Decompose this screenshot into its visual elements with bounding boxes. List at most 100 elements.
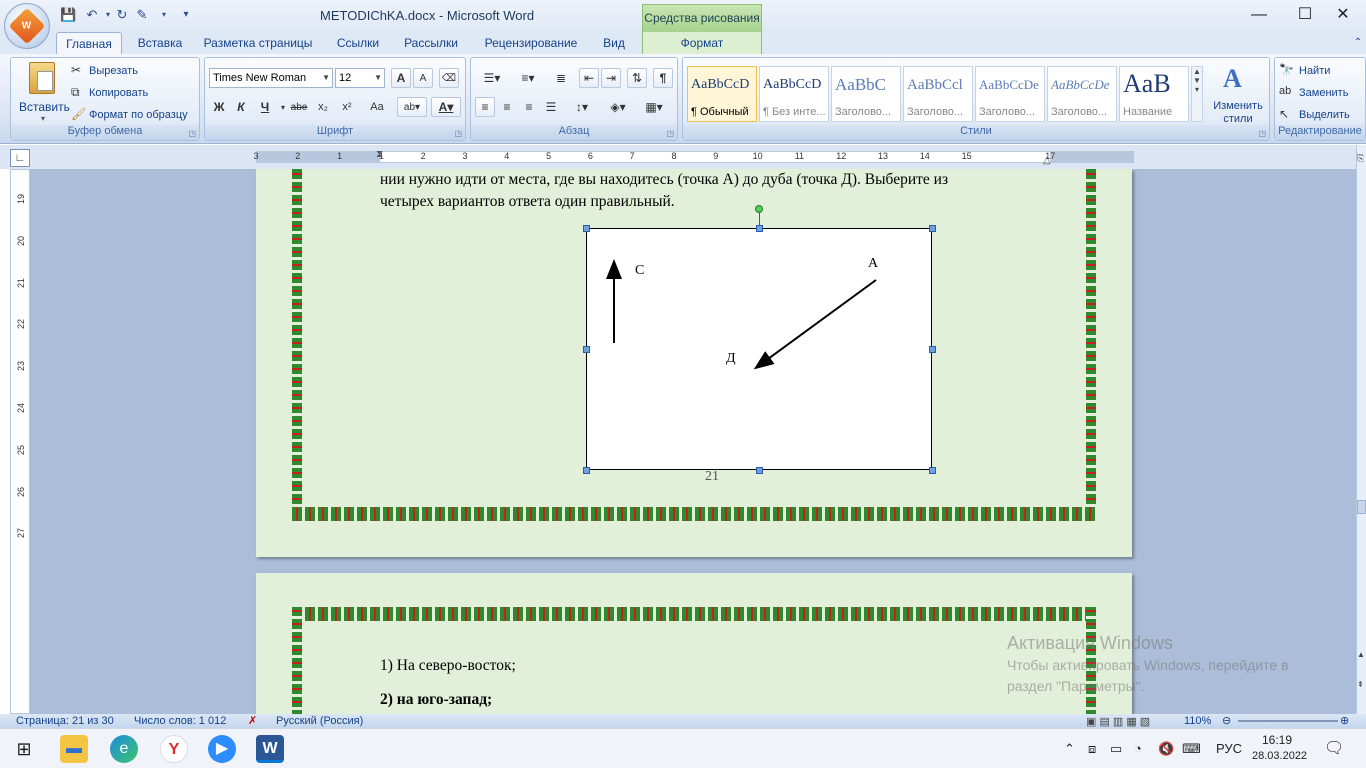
- align-right-icon[interactable]: ≡: [519, 97, 539, 117]
- show-hidden-icons-icon[interactable]: ⌃: [1064, 741, 1075, 757]
- superscript-button[interactable]: x²: [337, 97, 357, 117]
- style-title[interactable]: AaB Название: [1119, 66, 1189, 122]
- document-page[interactable]: нии нужно идти от места, где вы находите…: [256, 169, 1132, 557]
- network-icon[interactable]: ◔: [1134, 741, 1142, 756]
- tab-format[interactable]: Формат: [642, 32, 762, 54]
- borders-icon[interactable]: ▦▾: [639, 97, 669, 117]
- show-formatting-button[interactable]: ¶: [653, 68, 673, 88]
- prev-page-icon[interactable]: ⇞: [1357, 680, 1364, 689]
- styles-scroll-icon[interactable]: ▲ ▼ ▾: [1191, 66, 1203, 122]
- word-taskbar-icon[interactable]: W: [256, 735, 284, 763]
- view-buttons-icon[interactable]: ▣ ▤ ▥ ▦ ▧: [1086, 715, 1150, 728]
- font-launcher-icon[interactable]: ◳: [454, 129, 462, 138]
- indent-marker-icon[interactable]: ⧗: [376, 149, 383, 160]
- resize-handle[interactable]: [583, 467, 590, 474]
- font-name-combo[interactable]: Times New Roman ▼: [209, 68, 333, 88]
- zoom-level[interactable]: 110%: [1184, 715, 1211, 727]
- justify-icon[interactable]: ☰: [541, 97, 561, 117]
- spelling-icon[interactable]: ✎: [134, 7, 150, 23]
- rotate-handle[interactable]: [755, 205, 763, 213]
- save-icon[interactable]: 💾: [60, 7, 76, 23]
- cut-button[interactable]: ✂ Вырезать: [71, 63, 195, 80]
- vertical-ruler[interactable]: 19 20 21 22 23 24 25 26 27: [10, 169, 30, 714]
- clock-time[interactable]: 16:19: [1262, 733, 1292, 747]
- resize-handle[interactable]: [756, 225, 763, 232]
- drawing-canvas[interactable]: С А Д: [586, 228, 932, 470]
- resize-handle[interactable]: [583, 225, 590, 232]
- bullets-icon[interactable]: ☰▾: [475, 68, 509, 88]
- underline-button[interactable]: Ч: [255, 97, 275, 117]
- numbering-icon[interactable]: ≡▾: [511, 68, 545, 88]
- undo-icon[interactable]: ↶: [84, 7, 100, 23]
- qat-more-dropdown-icon[interactable]: ▾: [156, 7, 172, 23]
- tab-home[interactable]: Главная: [56, 32, 122, 54]
- multilevel-list-icon[interactable]: ≣: [547, 68, 575, 88]
- paragraph-launcher-icon[interactable]: ◳: [666, 129, 674, 138]
- clock-date[interactable]: 28.03.2022: [1252, 750, 1307, 762]
- scroll-thumb[interactable]: [1357, 500, 1366, 514]
- align-center-icon[interactable]: ≡: [497, 97, 517, 117]
- resize-handle[interactable]: [583, 346, 590, 353]
- right-indent-marker-icon[interactable]: △: [1043, 155, 1051, 166]
- style-no-spacing[interactable]: AaBbCcD ¶ Без инте...: [759, 66, 829, 122]
- document-area[interactable]: нии нужно идти от места, где вы находите…: [30, 169, 1356, 714]
- zoom-out-icon[interactable]: ⊖: [1222, 714, 1231, 727]
- scroll-up-icon[interactable]: ▲: [1357, 650, 1365, 659]
- strikethrough-button[interactable]: abe: [289, 97, 309, 117]
- styles-launcher-icon[interactable]: ◳: [1258, 129, 1266, 138]
- replace-button[interactable]: ab Заменить: [1279, 85, 1365, 102]
- style-heading3[interactable]: AaBbCcDe Заголово...: [975, 66, 1045, 122]
- decrease-indent-icon[interactable]: ⇤: [579, 68, 599, 88]
- office-button[interactable]: W: [4, 3, 50, 49]
- change-styles-button[interactable]: A Изменить стили: [1209, 64, 1267, 126]
- increase-indent-icon[interactable]: ⇥: [601, 68, 621, 88]
- sort-icon[interactable]: ⇅: [627, 68, 647, 88]
- tab-page-layout[interactable]: Разметка страницы: [198, 32, 318, 54]
- resize-handle[interactable]: [929, 346, 936, 353]
- subscript-button[interactable]: x₂: [313, 97, 333, 117]
- font-size-combo[interactable]: 12 ▼: [335, 68, 385, 88]
- style-heading2[interactable]: AaBbCcl Заголово...: [903, 66, 973, 122]
- font-color-button[interactable]: A▾: [431, 97, 461, 117]
- find-button[interactable]: 🔭 Найти: [1279, 63, 1365, 80]
- select-button[interactable]: ↖ Выделить: [1279, 107, 1365, 124]
- grow-font-button[interactable]: A: [391, 68, 411, 88]
- input-language[interactable]: РУС: [1216, 741, 1242, 756]
- clipboard-launcher-icon[interactable]: ◳: [188, 129, 196, 138]
- customize-qat-icon[interactable]: ▾: [178, 7, 194, 23]
- highlight-color-icon[interactable]: ab▾: [397, 97, 427, 117]
- meet-now-icon[interactable]: ⧈: [1088, 741, 1096, 757]
- vertical-scrollbar[interactable]: ⎘ ▲ ⇞: [1356, 145, 1366, 714]
- bold-button[interactable]: Ж: [209, 97, 229, 117]
- document-page[interactable]: 1) На северо-восток; 2) на юго-запад;: [256, 573, 1132, 714]
- tab-review[interactable]: Рецензирование: [476, 32, 586, 54]
- windows-start-icon[interactable]: ⊞: [10, 735, 38, 763]
- style-heading1[interactable]: AaBbC Заголово...: [831, 66, 901, 122]
- resize-handle[interactable]: [756, 467, 763, 474]
- tab-selector-icon[interactable]: ∟: [10, 149, 30, 167]
- align-left-icon[interactable]: ≡: [475, 97, 495, 117]
- notifications-icon[interactable]: 🗨: [1324, 738, 1344, 758]
- minimize-button[interactable]: —: [1236, 0, 1282, 30]
- touch-keyboard-icon[interactable]: ⌨: [1182, 741, 1201, 757]
- page-count-status[interactable]: Страница: 21 из 30: [16, 715, 114, 727]
- yandex-browser-icon[interactable]: Y: [160, 735, 188, 763]
- minimize-ribbon-icon[interactable]: ⌃: [1352, 32, 1364, 54]
- shrink-font-button[interactable]: A: [413, 68, 433, 88]
- language-status[interactable]: Русский (Россия): [276, 715, 363, 727]
- battery-icon[interactable]: ▭: [1110, 741, 1122, 757]
- tab-references[interactable]: Ссылки: [328, 32, 388, 54]
- resize-handle[interactable]: [929, 467, 936, 474]
- resize-handle[interactable]: [929, 225, 936, 232]
- style-normal[interactable]: AaBbCcD ¶ Обычный: [687, 66, 757, 122]
- line-spacing-icon[interactable]: ↕▾: [567, 97, 597, 117]
- zoom-app-icon[interactable]: ▶: [208, 735, 236, 763]
- proofing-icon[interactable]: ✗: [248, 714, 257, 727]
- ruler-toggle-icon[interactable]: ⎘: [1357, 153, 1366, 167]
- change-case-button[interactable]: Aa: [363, 97, 391, 117]
- close-button[interactable]: ✕: [1320, 0, 1366, 30]
- tab-view[interactable]: Вид: [594, 32, 634, 54]
- tab-insert[interactable]: Вставка: [130, 32, 190, 54]
- copy-button[interactable]: ⧉ Копировать: [71, 85, 195, 102]
- zoom-in-icon[interactable]: ⊕: [1340, 714, 1349, 727]
